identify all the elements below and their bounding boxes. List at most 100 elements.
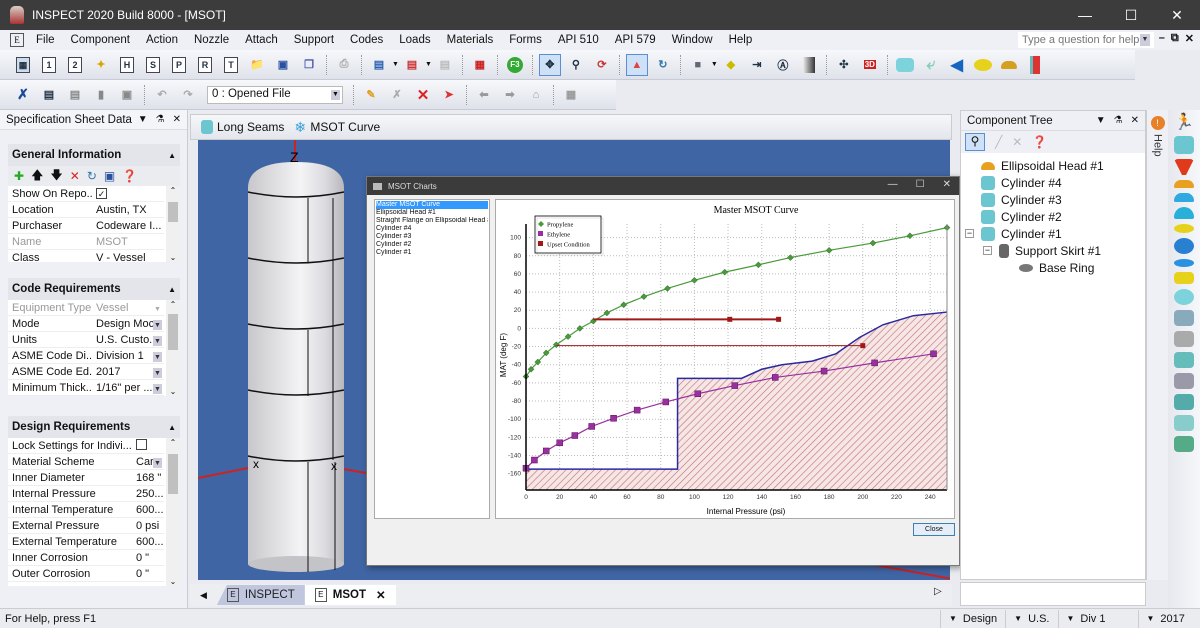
property-value[interactable]: 168 ": [132, 472, 164, 484]
chart-list-item[interactable]: Cylinder #1: [376, 249, 488, 257]
ellipsoidal-head-icon[interactable]: [972, 54, 994, 76]
dialog-close-btn[interactable]: Close: [913, 523, 955, 536]
3d-icon[interactable]: 3D: [859, 54, 881, 76]
add-icon[interactable]: ✚: [14, 169, 24, 183]
menu-loads[interactable]: Loads: [391, 34, 438, 46]
chart-list-item[interactable]: Cylinder #2: [376, 241, 488, 249]
property-row[interactable]: Name MSOT: [8, 234, 164, 250]
mdi-minimize-button[interactable]: –: [1159, 32, 1165, 45]
property-value[interactable]: Codeware I...: [92, 220, 164, 232]
tree-node[interactable]: Cylinder #4: [961, 174, 1145, 191]
chevron-down-icon[interactable]: ▼: [331, 89, 340, 100]
checkbox[interactable]: [136, 438, 147, 450]
property-row[interactable]: Purchaser Codeware I...: [8, 218, 164, 234]
status-division[interactable]: ▼ Div 1: [1057, 609, 1138, 628]
undo-icon[interactable]: ↶: [151, 84, 173, 106]
menu-window[interactable]: Window: [664, 34, 721, 46]
edit-pencil-icon[interactable]: ✎: [360, 84, 382, 106]
tree-node[interactable]: − Cylinder #1: [961, 225, 1145, 242]
view-2-button[interactable]: 2: [64, 54, 86, 76]
pdf-icon[interactable]: ▤: [401, 54, 423, 76]
property-row[interactable]: Inner Diameter 168 ": [8, 470, 164, 486]
redo-icon[interactable]: ↷: [177, 84, 199, 106]
tab-inspect[interactable]: E INSPECT: [216, 585, 305, 605]
edit-icon[interactable]: ╱: [995, 135, 1002, 149]
menu-file[interactable]: File: [28, 34, 63, 46]
base-ring-icon[interactable]: [1174, 436, 1194, 452]
chevron-down-icon[interactable]: ▼: [1140, 34, 1150, 46]
t-button[interactable]: T: [220, 54, 242, 76]
menu-support[interactable]: Support: [286, 34, 342, 46]
r-button[interactable]: R: [194, 54, 216, 76]
flange-icon[interactable]: [1024, 54, 1046, 76]
menu-api510[interactable]: API 510: [550, 34, 607, 46]
msot-curve-button[interactable]: ❄ MSOT Curve: [294, 120, 380, 135]
save-all-icon[interactable]: ❐: [298, 54, 320, 76]
property-value[interactable]: Division 1: [96, 350, 144, 362]
tree-node[interactable]: Cylinder #2: [961, 208, 1145, 225]
property-row[interactable]: Location Austin, TX: [8, 202, 164, 218]
property-row[interactable]: Units U.S. Custo... ▼: [8, 332, 164, 348]
pin-icon[interactable]: ⚗: [156, 114, 165, 125]
list-icon[interactable]: ▤: [64, 84, 86, 106]
property-row[interactable]: Lock Settings for Indivi...: [8, 438, 164, 454]
mdi-close-button[interactable]: ✕: [1185, 32, 1194, 45]
document-icon[interactable]: E: [10, 33, 24, 47]
menu-codes[interactable]: Codes: [342, 34, 391, 46]
help-icon[interactable]: ❓: [1032, 135, 1047, 149]
anchor-icon[interactable]: Ⓐ: [772, 54, 794, 76]
report-icon[interactable]: ▤: [368, 54, 390, 76]
long-seams-button[interactable]: Long Seams: [201, 120, 284, 135]
help-search-input[interactable]: Type a question for help ▼: [1018, 32, 1154, 48]
save-icon[interactable]: ▣: [104, 169, 115, 183]
menu-api579[interactable]: API 579: [607, 34, 664, 46]
refresh-icon[interactable]: ↻: [87, 169, 97, 183]
view-dropdown-icon[interactable]: ▼: [711, 61, 718, 68]
tab-close-icon[interactable]: ✕: [376, 588, 386, 602]
property-value[interactable]: Design Moc: [96, 318, 154, 330]
chevron-down-icon[interactable]: ▼: [153, 367, 162, 378]
dialog-minimize-button[interactable]: —: [888, 179, 898, 190]
panel-close-icon[interactable]: ✕: [1131, 115, 1139, 126]
home-icon[interactable]: ⌂: [525, 84, 547, 106]
print-icon[interactable]: ⎙: [333, 54, 355, 76]
cone-icon[interactable]: [1174, 159, 1194, 175]
property-row[interactable]: External Temperature 600...: [8, 534, 164, 550]
refresh-icon[interactable]: ↻: [652, 54, 674, 76]
collapse-toggle-icon[interactable]: −: [965, 229, 974, 238]
chart-list-item[interactable]: Ellipsoidal Head #1: [376, 209, 488, 217]
chevron-down-icon[interactable]: ▼: [153, 383, 162, 394]
property-row[interactable]: Mode Design Moc ▼: [8, 316, 164, 332]
collapse-icon[interactable]: ▲: [168, 151, 176, 160]
delete-icon[interactable]: ✕: [1012, 135, 1022, 149]
back-arrow-icon[interactable]: ⬅: [473, 84, 495, 106]
menu-attach[interactable]: Attach: [237, 34, 286, 46]
property-value[interactable]: 0 psi: [132, 520, 164, 532]
help-icon[interactable]: ❓: [122, 169, 137, 183]
flange-icon[interactable]: [1174, 272, 1194, 284]
elbow-icon[interactable]: ⤶: [920, 54, 942, 76]
open-folder-icon[interactable]: 📁: [246, 54, 268, 76]
menu-nozzle[interactable]: Nozzle: [186, 34, 237, 46]
s-button[interactable]: S: [142, 54, 164, 76]
property-field[interactable]: [960, 582, 1146, 606]
excel-icon[interactable]: ▤: [434, 54, 456, 76]
running-man-icon[interactable]: 🏃: [1174, 115, 1194, 131]
pin-icon[interactable]: ⚗: [1114, 115, 1123, 126]
code-requirements-header[interactable]: Code Requirements ▲: [8, 278, 180, 300]
property-row[interactable]: Internal Temperature 600...: [8, 502, 164, 518]
property-value[interactable]: 0 ": [132, 552, 164, 564]
tree-node[interactable]: Cylinder #3: [961, 191, 1145, 208]
cylinder-icon[interactable]: [1174, 136, 1194, 154]
menu-component[interactable]: Component: [63, 34, 138, 46]
new-vessel-icon[interactable]: ▦: [12, 54, 34, 76]
file-state-combo[interactable]: 0 : Opened File ▼: [207, 85, 343, 104]
body-flange-icon[interactable]: [1174, 310, 1194, 326]
property-value[interactable]: 1/16" per ...: [96, 382, 153, 394]
property-value[interactable]: 250...: [132, 488, 164, 500]
tree-node[interactable]: − Support Skirt #1: [961, 242, 1145, 259]
nozzle-icon[interactable]: [1174, 289, 1194, 305]
pan-icon[interactable]: ✥: [538, 53, 561, 76]
panel-menu-icon[interactable]: ▼: [1096, 115, 1106, 126]
tab-scroll-right-icon[interactable]: ▷: [934, 586, 942, 597]
